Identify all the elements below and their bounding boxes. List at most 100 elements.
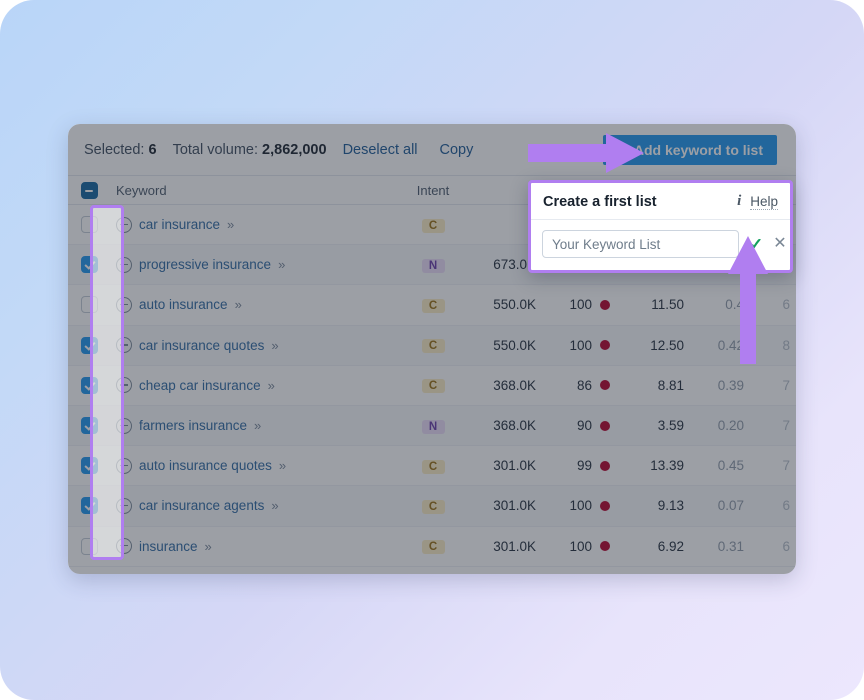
kd-cell: 100: [536, 338, 612, 353]
keyword-link[interactable]: insurance: [139, 539, 198, 554]
add-keyword-plus-icon[interactable]: [116, 377, 132, 393]
intent-badge: N: [422, 259, 445, 273]
popup-body: ✓ ✕: [531, 220, 790, 270]
row-checkbox[interactable]: [81, 417, 98, 434]
header-intent[interactable]: Intent: [402, 183, 464, 198]
keyword-link[interactable]: auto insurance quotes: [139, 458, 272, 473]
help-link[interactable]: Help: [750, 194, 778, 210]
add-keyword-plus-icon[interactable]: [116, 538, 132, 554]
keyword-expand-chevron-icon[interactable]: »: [205, 539, 211, 554]
competition-cell: 0.42: [684, 338, 744, 353]
keyword-expand-chevron-icon[interactable]: »: [271, 498, 277, 513]
kd-difficulty-dot-icon: [600, 340, 610, 350]
row-checkbox-cell: [68, 497, 110, 514]
table-row[interactable]: auto insurance»C550.0K10011.500.46: [68, 285, 796, 325]
keyword-link[interactable]: farmers insurance: [139, 418, 247, 433]
volume-cell: 550.0K: [464, 338, 536, 353]
cpc-cell: 12.50: [612, 338, 684, 353]
intent-cell: C: [402, 458, 464, 474]
keyword-cell: car insurance quotes »: [110, 337, 402, 353]
volume-cell: 550.0K: [464, 297, 536, 312]
row-checkbox-cell: [68, 256, 110, 273]
add-keyword-plus-icon[interactable]: [116, 498, 132, 514]
keyword-link[interactable]: cheap car insurance: [139, 378, 261, 393]
volume-cell: 301.0K: [464, 498, 536, 513]
popup-title: Create a first list: [543, 194, 737, 210]
kd-value: 100: [569, 338, 592, 353]
keyword-cell: car insurance agents »: [110, 498, 402, 514]
list-name-input[interactable]: [542, 230, 739, 258]
intent-cell: C: [402, 217, 464, 233]
intent-cell: C: [402, 377, 464, 393]
keyword-link[interactable]: car insurance agents: [139, 498, 264, 513]
keyword-cell: auto insurance »: [110, 297, 402, 313]
total-volume-label: Total volume:: [173, 142, 258, 158]
kd-difficulty-dot-icon: [600, 421, 610, 431]
page-backdrop: Selected: 6 Total volume: 2,862,000 Dese…: [0, 0, 864, 700]
table-row[interactable]: auto insurance quotes»C301.0K9913.390.45…: [68, 446, 796, 486]
intent-cell: N: [402, 257, 464, 273]
keyword-link[interactable]: progressive insurance: [139, 257, 271, 272]
info-icon[interactable]: i: [737, 193, 741, 210]
confirm-check-icon[interactable]: ✓: [749, 236, 763, 253]
keyword-link[interactable]: auto insurance: [139, 297, 228, 312]
add-keyword-plus-icon[interactable]: [116, 297, 132, 313]
kd-value: 100: [569, 498, 592, 513]
kd-difficulty-dot-icon: [600, 380, 610, 390]
add-keyword-plus-icon[interactable]: [116, 217, 132, 233]
intent-badge: C: [422, 339, 445, 353]
keyword-expand-chevron-icon[interactable]: »: [268, 378, 274, 393]
row-checkbox-cell: [68, 538, 110, 555]
volume-cell: 368.0K: [464, 418, 536, 433]
keyword-link[interactable]: car insurance quotes: [139, 338, 264, 353]
cpc-cell: 6.92: [612, 539, 684, 554]
create-list-popup: Create a first list i Help ✓ ✕: [528, 180, 793, 273]
keyword-expand-chevron-icon[interactable]: »: [254, 418, 260, 433]
add-keyword-plus-icon[interactable]: [116, 257, 132, 273]
row-checkbox[interactable]: [81, 457, 98, 474]
intent-badge: C: [422, 299, 445, 313]
table-row[interactable]: cheap car insurance»C368.0K868.810.397: [68, 366, 796, 406]
header-keyword[interactable]: Keyword: [110, 183, 402, 198]
table-row[interactable]: farmers insurance»N368.0K903.590.207: [68, 406, 796, 446]
cancel-close-icon[interactable]: ✕: [773, 236, 786, 252]
row-checkbox[interactable]: [81, 256, 98, 273]
table-row[interactable]: car insurance agents»C301.0K1009.130.076: [68, 486, 796, 526]
keyword-expand-chevron-icon[interactable]: »: [227, 217, 233, 232]
kd-difficulty-dot-icon: [600, 300, 610, 310]
row-checkbox[interactable]: [81, 216, 98, 233]
deselect-all-link[interactable]: Deselect all: [343, 142, 418, 158]
keyword-expand-chevron-icon[interactable]: »: [235, 297, 241, 312]
kd-cell: 90: [536, 418, 612, 433]
total-volume-text: Total volume: 2,862,000: [173, 142, 327, 158]
kd-value: 86: [577, 378, 592, 393]
row-checkbox[interactable]: [81, 377, 98, 394]
intent-badge: C: [422, 219, 445, 233]
row-checkbox[interactable]: [81, 497, 98, 514]
keyword-expand-chevron-icon[interactable]: »: [278, 257, 284, 272]
table-row[interactable]: insurance»C301.0K1006.920.316: [68, 527, 796, 567]
keyword-link[interactable]: car insurance: [139, 217, 220, 232]
add-keyword-to-list-button[interactable]: + Add keyword to list: [600, 132, 780, 168]
keyword-expand-chevron-icon[interactable]: »: [271, 338, 277, 353]
competition-cell: 0.20: [684, 418, 744, 433]
intent-badge: C: [422, 379, 445, 393]
keyword-expand-chevron-icon[interactable]: »: [279, 458, 285, 473]
selected-count-value: 6: [149, 142, 157, 158]
add-keyword-plus-icon[interactable]: [116, 337, 132, 353]
select-all-checkbox[interactable]: [81, 182, 98, 199]
results-cell: 7: [744, 378, 796, 393]
selection-toolbar: Selected: 6 Total volume: 2,862,000 Dese…: [68, 124, 796, 176]
add-keyword-plus-icon[interactable]: [116, 418, 132, 434]
selected-label: Selected:: [84, 142, 144, 158]
kd-difficulty-dot-icon: [600, 461, 610, 471]
select-all-cell: [68, 182, 110, 199]
results-cell: 7: [744, 418, 796, 433]
row-checkbox[interactable]: [81, 538, 98, 555]
copy-link[interactable]: Copy: [440, 142, 474, 158]
row-checkbox[interactable]: [81, 296, 98, 313]
row-checkbox[interactable]: [81, 337, 98, 354]
add-keyword-plus-icon[interactable]: [116, 458, 132, 474]
competition-cell: 0.31: [684, 539, 744, 554]
table-row[interactable]: car insurance quotes » C 550.0K 100 12.500.42…: [68, 326, 796, 366]
